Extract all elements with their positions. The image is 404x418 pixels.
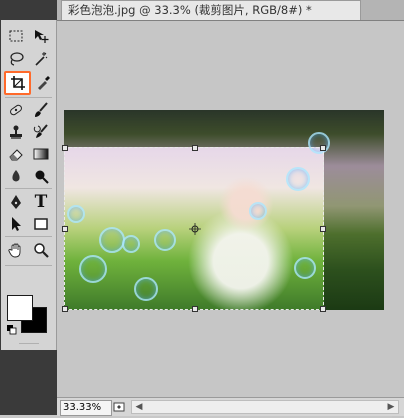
crop-handle-bottom-left[interactable] [62, 306, 68, 312]
pen-tool-icon [11, 195, 21, 209]
move-tool-button[interactable] [29, 26, 53, 46]
path-selection-tool-icon [12, 217, 21, 231]
blur-tool-icon [12, 170, 20, 182]
tools-separator [5, 188, 52, 189]
zoom-tool-icon [34, 243, 49, 258]
marquee-tool-button[interactable] [4, 26, 28, 46]
scroll-right-icon[interactable]: ▶ [384, 401, 398, 413]
scroll-left-icon[interactable]: ◀ [132, 401, 146, 413]
magic-wand-tool-button[interactable] [29, 49, 53, 69]
blur-tool-button[interactable] [4, 166, 28, 186]
healing-brush-tool-icon [10, 104, 22, 116]
brush-tool-button[interactable] [29, 100, 53, 120]
magic-wand-tool-icon [35, 52, 48, 66]
hand-tool-icon [8, 243, 21, 258]
document-tab[interactable]: 彩色泡泡.jpg @ 33.3% (裁剪图片, RGB/8#) * [61, 0, 361, 20]
dodge-tool-icon [35, 170, 49, 184]
clone-stamp-tool-button[interactable] [4, 122, 28, 142]
default-colors-icon[interactable] [7, 325, 17, 335]
canvas-area[interactable] [57, 21, 404, 418]
crop-handle-bottom-right[interactable] [320, 306, 326, 312]
crop-center-icon[interactable] [189, 223, 201, 235]
tools-panel-body: T [1, 20, 57, 350]
type-tool-button[interactable]: T [29, 192, 53, 212]
move-tool-icon [35, 30, 49, 43]
foreground-color-swatch[interactable] [7, 295, 33, 321]
rectangle-tool-icon [34, 218, 48, 230]
gradient-tool-icon [33, 148, 49, 160]
tools-separator [5, 97, 52, 98]
rectangle-tool-button[interactable] [29, 214, 53, 234]
gradient-tool-button[interactable] [29, 144, 53, 164]
eraser-tool-icon [9, 149, 23, 161]
healing-brush-tool-button[interactable] [4, 100, 28, 120]
status-info-icon[interactable] [111, 400, 127, 414]
tools-separator [5, 236, 52, 237]
status-bar: 33.33% ◀ ▶ [57, 397, 404, 416]
clone-stamp-tool-icon [10, 125, 22, 139]
crop-handle-top-right[interactable] [320, 145, 326, 151]
history-brush-tool-button[interactable] [29, 122, 53, 142]
document-tab-bar: 彩色泡泡.jpg @ 33.3% (裁剪图片, RGB/8#) * [57, 0, 404, 21]
tools-separator [5, 265, 52, 266]
history-brush-tool-icon [33, 124, 48, 138]
eraser-tool-button[interactable] [4, 144, 28, 164]
marquee-tool-icon [9, 30, 23, 42]
lasso-tool-button[interactable] [4, 49, 28, 69]
type-tool-icon: T [34, 192, 48, 212]
brush-tool-icon [35, 102, 48, 117]
crop-handle-top-left[interactable] [62, 145, 68, 151]
crop-handle-right[interactable] [320, 226, 326, 232]
color-swatches [7, 295, 47, 337]
zoom-level-field[interactable]: 33.33% [60, 400, 112, 416]
crop-tool-icon [10, 76, 25, 90]
crop-handle-bottom[interactable] [192, 306, 198, 312]
crop-tool-button[interactable] [4, 71, 31, 95]
horizontal-scrollbar[interactable]: ◀ ▶ [131, 400, 399, 414]
lasso-tool-icon [10, 52, 24, 66]
crop-handle-top[interactable] [192, 145, 198, 151]
crop-bounding-box[interactable] [62, 145, 326, 312]
eyedropper-tool-icon [38, 76, 50, 90]
tools-separator [19, 343, 39, 344]
pen-tool-button[interactable] [4, 192, 28, 212]
dodge-tool-button[interactable] [29, 166, 53, 186]
vertical-scrollbar[interactable] [392, 42, 404, 418]
crop-handle-left[interactable] [62, 226, 68, 232]
tools-panel: T [0, 0, 57, 415]
eyedropper-tool-button[interactable] [31, 73, 55, 93]
hand-tool-button[interactable] [4, 240, 28, 260]
path-selection-tool-button[interactable] [4, 214, 28, 234]
zoom-tool-button[interactable] [29, 240, 53, 260]
document-tab-title: 彩色泡泡.jpg @ 33.3% (裁剪图片, RGB/8#) * [68, 3, 312, 17]
